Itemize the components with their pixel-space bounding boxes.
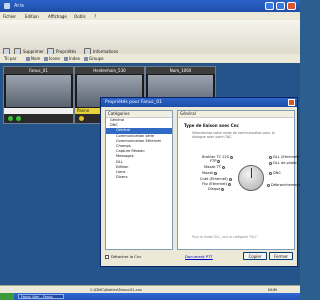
radio-icon <box>221 187 225 191</box>
category-header: Catégories <box>106 111 172 118</box>
tab-icon[interactable]: Icone <box>42 55 62 62</box>
toolbar: Supprimer Propriétés Informations <box>0 20 300 55</box>
checkbox-icon <box>105 254 109 259</box>
panel-footnote: Pour le mode DLL, voir la catégorie "DLL… <box>192 235 258 239</box>
radio-icon <box>228 177 232 181</box>
connection-type-selector-knob[interactable] <box>238 165 264 191</box>
name-icon <box>26 56 30 61</box>
start-button[interactable] <box>0 293 14 300</box>
close-button[interactable] <box>287 2 296 10</box>
connection-option[interactable]: Cnet (Ethernet) <box>200 177 232 181</box>
dialog-close-button[interactable] <box>288 99 295 106</box>
connection-option[interactable]: Ftp (Ethernet) <box>202 182 232 186</box>
menu-file[interactable]: Fichier <box>3 14 16 19</box>
delete-label: Supprimer <box>23 48 44 54</box>
category-item[interactable]: Divers <box>106 175 172 180</box>
app-icon <box>4 3 10 9</box>
status-led-icon <box>8 116 13 121</box>
connection-option[interactable]: DNC <box>269 171 281 175</box>
copy-button[interactable]: Copier <box>243 252 267 260</box>
radio-icon <box>269 155 272 159</box>
machine-name: Fanuc_01 <box>4 67 73 74</box>
panel-header: Général <box>178 111 294 118</box>
radio-icon <box>269 161 272 165</box>
connection-option[interactable]: Mazak TT <box>204 165 225 169</box>
taskbar-window-button[interactable]: Fanuc Atm - Fanuc <box>18 294 64 299</box>
icon-icon <box>44 56 48 61</box>
maximize-button[interactable] <box>276 2 285 10</box>
machine-footer <box>4 114 73 123</box>
machine-name: Num_1060 <box>146 67 215 74</box>
tab-group[interactable]: Groupe <box>82 55 106 62</box>
menu-view[interactable]: Affichage <box>48 14 67 19</box>
machine-card[interactable]: Fanuc_01 <box>3 66 74 124</box>
title-bar: Aria <box>0 0 300 12</box>
group-icon <box>84 56 88 61</box>
dialog-title: Propriétés pour Fanuc_01 <box>101 98 297 107</box>
connection-option[interactable]: DLL de pilote <box>269 161 297 165</box>
detach-checkbox[interactable]: Détacher la Cnc <box>105 254 141 259</box>
radio-icon <box>269 171 272 175</box>
panel-description: Sélectionnez votre mode de communication… <box>192 131 275 139</box>
properties-label: Propriétés <box>56 48 77 54</box>
radio-icon <box>214 171 218 175</box>
tab-sort-by[interactable]: Tri par <box>2 55 19 62</box>
menu-tools[interactable]: Outils <box>74 14 86 19</box>
radio-icon <box>267 183 270 187</box>
status-led-icon <box>16 116 21 121</box>
settings-panel: Général Type de liaison avec Cnc Sélecti… <box>177 110 295 250</box>
menu-help[interactable]: ? <box>94 14 96 19</box>
document-link[interactable]: Document PTT <box>185 254 213 259</box>
panel-title: Type de liaison avec Cnc <box>184 123 239 128</box>
info-label: Informations <box>93 48 119 54</box>
taskbar: Fanuc Atm - Fanuc <box>0 293 300 300</box>
properties-dialog: Propriétés pour Fanuc_01 Catégories Géné… <box>100 97 300 267</box>
radio-icon <box>228 182 232 186</box>
radio-icon <box>217 159 221 163</box>
tab-name[interactable]: Nom <box>24 55 42 62</box>
status-led-icon <box>79 116 84 121</box>
tab-index[interactable]: Index <box>62 55 82 62</box>
close-dialog-button[interactable]: Fermer <box>269 252 293 260</box>
menu-edit[interactable]: Edition <box>25 14 39 19</box>
connection-option[interactable]: Débranchement <box>267 183 300 187</box>
category-tree: Catégories Général DNC Général Communicatio… <box>105 110 173 250</box>
connection-option[interactable]: Mazak <box>202 171 218 175</box>
connection-option[interactable]: Disque <box>208 187 225 191</box>
machine-name: Heidenhain_530 <box>75 67 144 74</box>
connection-option[interactable]: DLL (Ethernet) <box>269 155 299 159</box>
index-icon <box>64 56 68 61</box>
window-title: Aria <box>14 3 24 9</box>
minimize-button[interactable] <box>265 2 274 10</box>
radio-icon <box>221 165 225 169</box>
connection-option[interactable]: FTP <box>210 159 221 163</box>
machine-image <box>6 75 71 107</box>
radio-icon <box>230 155 234 159</box>
